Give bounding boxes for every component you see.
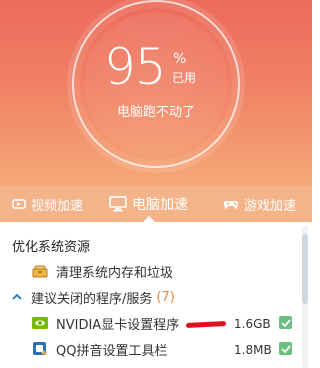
program-row[interactable]: QQ拼音设置工具栏 — [32, 337, 320, 361]
tab-bar: 视频加速 电脑加速 游戏加速 — [0, 186, 312, 222]
broom-icon — [32, 264, 48, 278]
program-size: 1.6GB — [234, 317, 271, 331]
tab-label: 游戏加速 — [244, 198, 297, 214]
tab-label: 电脑加速 — [132, 197, 188, 213]
group-label: 建议关闭的程序/服务 — [31, 291, 153, 307]
status-text: 电脑跑不动了 — [116, 105, 195, 120]
group-count: (7) — [156, 289, 175, 305]
program-name: QQ拼音设置工具栏 — [56, 343, 168, 359]
percent-sign: % — [173, 51, 187, 67]
section-title: 优化系统资源 — [12, 240, 91, 255]
optimization-panel: 优化系统资源 清理系统内存和垃圾 建议关闭的程序/服务 (7) NVIDIA显卡… — [0, 222, 312, 368]
program-checkbox[interactable] — [279, 316, 292, 329]
nvidia-icon — [32, 317, 48, 329]
qq-pinyin-icon — [32, 341, 48, 357]
memory-usage-percent: 95 — [104, 38, 167, 96]
program-name: NVIDIA显卡设置程序 — [56, 317, 180, 333]
gamepad-icon — [223, 198, 239, 210]
video-icon — [12, 198, 26, 210]
tab-video-acceleration[interactable]: 视频加速 — [12, 186, 83, 222]
clean-memory-label: 清理系统内存和垃圾 — [56, 265, 174, 281]
group-toggle-row[interactable]: 建议关闭的程序/服务 (7) — [12, 285, 312, 309]
scrollbar[interactable] — [302, 226, 308, 368]
program-row[interactable]: NVIDIA显卡设置程序 — [32, 311, 320, 335]
scrollbar-thumb[interactable] — [302, 234, 308, 304]
chevron-up-icon — [12, 293, 22, 301]
used-label: 已用 — [172, 71, 197, 85]
tab-game-acceleration[interactable]: 游戏加速 — [223, 186, 296, 222]
tab-pc-acceleration[interactable]: 电脑加速 — [109, 186, 188, 222]
monitor-icon — [109, 196, 127, 212]
program-checkbox[interactable] — [279, 342, 292, 355]
usage-hero: 95 % 已用 电脑跑不动了 — [0, 0, 312, 186]
tab-label: 视频加速 — [31, 198, 84, 214]
clean-memory-row[interactable]: 清理系统内存和垃圾 — [32, 259, 320, 283]
program-size: 1.8MB — [234, 343, 272, 357]
